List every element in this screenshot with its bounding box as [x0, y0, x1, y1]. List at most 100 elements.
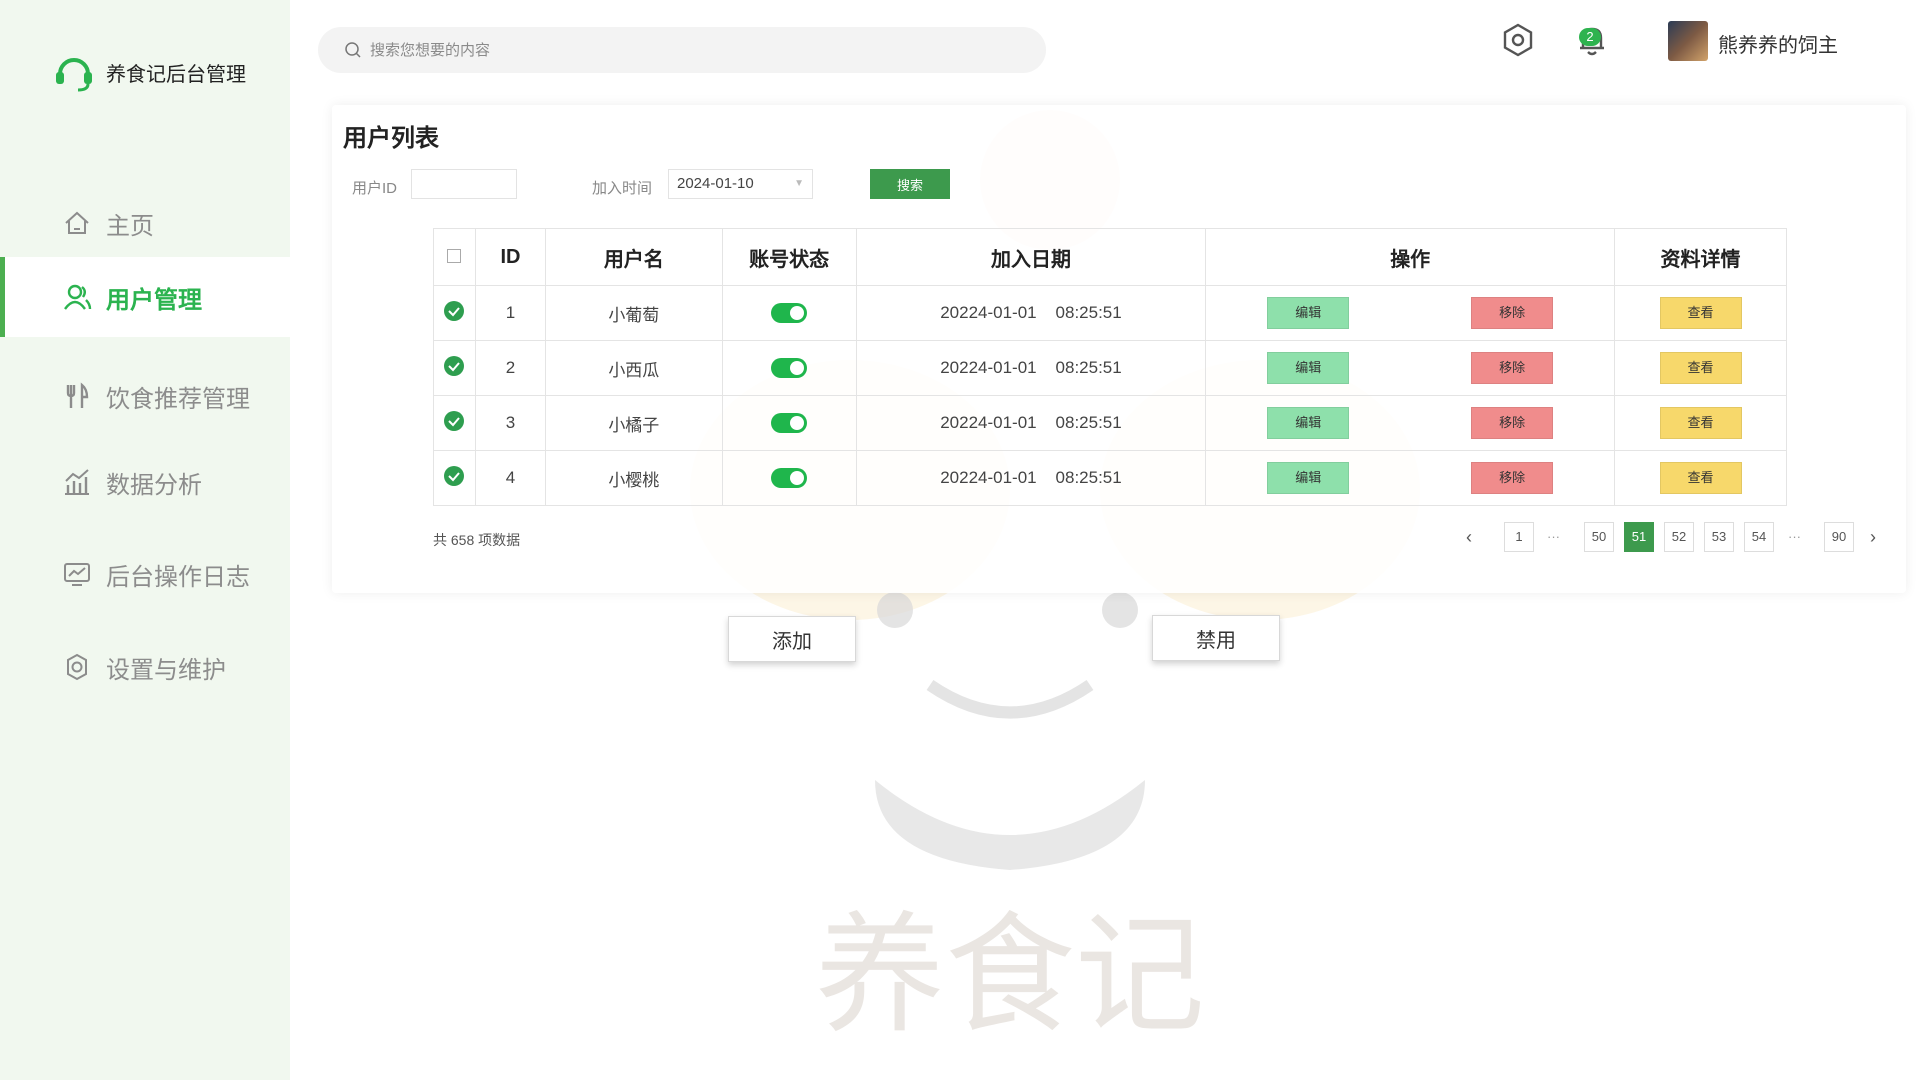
page-button[interactable]: 1: [1504, 522, 1534, 552]
sidebar-item-label: 设置与维护: [106, 656, 226, 684]
monitor-icon: [62, 559, 92, 589]
sidebar-item-label: 饮食推荐管理: [106, 385, 250, 413]
chart-icon: [62, 467, 92, 497]
pagination-ellipsis: ···: [1547, 529, 1560, 544]
column-header-status: 账号状态: [721, 228, 857, 286]
table-header-row: ID 用户名 账号状态 加入日期 操作 资料详情: [433, 228, 1787, 286]
remove-button[interactable]: 移除: [1471, 407, 1554, 439]
user-id-input[interactable]: [411, 169, 517, 199]
cell-join-date: 20224-01-01 08:25:51: [855, 340, 1207, 396]
cell-join-date: 20224-01-01 08:25:51: [855, 450, 1207, 506]
avatar[interactable]: [1668, 21, 1708, 61]
sidebar-item-label: 主页: [106, 212, 154, 240]
page-button[interactable]: 50: [1584, 522, 1614, 552]
edit-button[interactable]: 编辑: [1267, 407, 1350, 439]
view-button[interactable]: 查看: [1659, 462, 1742, 494]
table-row: 1 小葡萄 20224-01-01 08:25:51 编辑 移除 查看: [433, 285, 1787, 341]
cell-join-date: 20224-01-01 08:25:51: [855, 395, 1207, 451]
cell-username: 小橘子: [544, 395, 723, 451]
search-bar[interactable]: [318, 27, 1046, 73]
sidebar-item-settings[interactable]: 设置与维护: [0, 627, 290, 707]
cell-username: 小西瓜: [544, 340, 723, 396]
sidebar: 养食记后台管理 主页 用户管理 饮食推荐管理 数据分析 后台操作日志 设置与维护: [0, 0, 290, 1080]
remove-button[interactable]: 移除: [1471, 352, 1554, 384]
app-logo[interactable]: 养食记后台管理: [52, 50, 246, 94]
home-icon: [62, 208, 92, 238]
search-icon: [345, 42, 361, 58]
checked-icon[interactable]: [443, 300, 465, 322]
sidebar-item-label: 用户管理: [106, 286, 202, 314]
view-button[interactable]: 查看: [1659, 352, 1742, 384]
status-toggle[interactable]: [771, 358, 808, 379]
date-text: 20224-01-01: [940, 303, 1037, 322]
cell-id: 4: [474, 450, 546, 506]
date-text: 20224-01-01: [940, 468, 1037, 487]
column-header-actions: 操作: [1205, 228, 1616, 286]
pagination-ellipsis: ···: [1788, 529, 1801, 544]
view-button[interactable]: 查看: [1659, 297, 1742, 329]
headset-logo-icon: [56, 58, 92, 92]
join-time-picker[interactable]: 2024-01-10 ▼: [668, 169, 813, 199]
prev-page-button[interactable]: ‹: [1466, 522, 1472, 552]
edit-button[interactable]: 编辑: [1267, 462, 1350, 494]
search-button[interactable]: 搜索: [870, 169, 950, 199]
status-toggle[interactable]: [771, 303, 808, 324]
username[interactable]: 熊养养的饲主: [1718, 29, 1838, 58]
sidebar-item-data-analysis[interactable]: 数据分析: [0, 442, 290, 522]
select-all-cell[interactable]: [433, 228, 476, 286]
cell-id: 1: [474, 285, 546, 341]
cell-id: 2: [474, 340, 546, 396]
edit-button[interactable]: 编辑: [1267, 352, 1350, 384]
date-text: 20224-01-01: [940, 358, 1037, 377]
user-id-label: 用户ID: [352, 180, 398, 197]
page-button[interactable]: 52: [1664, 522, 1694, 552]
column-header-details: 资料详情: [1614, 228, 1787, 286]
table-row: 2 小西瓜 20224-01-01 08:25:51 编辑 移除 查看: [433, 340, 1787, 396]
page-button-current[interactable]: 51: [1624, 522, 1654, 552]
column-header-id: ID: [474, 228, 546, 286]
sidebar-item-user-management[interactable]: 用户管理: [0, 257, 290, 337]
table-row: 4 小樱桃 20224-01-01 08:25:51 编辑 移除 查看: [433, 450, 1787, 506]
cell-join-date: 20224-01-01 08:25:51: [855, 285, 1207, 341]
status-toggle[interactable]: [771, 413, 808, 434]
column-header-username: 用户名: [544, 228, 723, 286]
checked-icon[interactable]: [443, 465, 465, 487]
sidebar-item-label: 后台操作日志: [106, 563, 250, 591]
search-input[interactable]: [368, 40, 972, 60]
next-page-button[interactable]: ›: [1870, 522, 1876, 552]
watermark-text: 养食记: [815, 899, 1205, 1051]
sidebar-item-label: 数据分析: [106, 471, 202, 499]
cell-id: 3: [474, 395, 546, 451]
time-text: 08:25:51: [1055, 413, 1122, 432]
select-all-checkbox[interactable]: [447, 248, 462, 263]
cell-username: 小樱桃: [544, 450, 723, 506]
notification-badge: 2: [1579, 28, 1601, 46]
column-header-join-date: 加入日期: [855, 228, 1207, 286]
user-icon: [62, 282, 92, 312]
page-button[interactable]: 54: [1744, 522, 1774, 552]
time-text: 08:25:51: [1055, 358, 1122, 377]
add-button[interactable]: 添加: [728, 616, 856, 662]
time-text: 08:25:51: [1055, 303, 1122, 322]
sidebar-item-operation-log[interactable]: 后台操作日志: [0, 534, 290, 614]
settings-hex-icon[interactable]: [1500, 22, 1540, 62]
dropdown-arrow-icon: ▼: [794, 178, 804, 189]
sidebar-item-diet-recommendation[interactable]: 饮食推荐管理: [0, 356, 290, 436]
remove-button[interactable]: 移除: [1471, 297, 1554, 329]
checked-icon[interactable]: [443, 355, 465, 377]
disable-button[interactable]: 禁用: [1152, 615, 1280, 661]
total-count: 共 658 项数据: [433, 532, 521, 548]
checked-icon[interactable]: [443, 410, 465, 432]
sidebar-item-home[interactable]: 主页: [0, 183, 290, 263]
page-button[interactable]: 90: [1824, 522, 1854, 552]
remove-button[interactable]: 移除: [1471, 462, 1554, 494]
status-toggle[interactable]: [771, 468, 808, 489]
date-text: 20224-01-01: [940, 413, 1037, 432]
page-button[interactable]: 53: [1704, 522, 1734, 552]
view-button[interactable]: 查看: [1659, 407, 1742, 439]
cell-username: 小葡萄: [544, 285, 723, 341]
page-title: 用户列表: [343, 125, 439, 152]
settings-icon: [62, 652, 92, 682]
table-row: 3 小橘子 20224-01-01 08:25:51 编辑 移除 查看: [433, 395, 1787, 451]
edit-button[interactable]: 编辑: [1267, 297, 1350, 329]
